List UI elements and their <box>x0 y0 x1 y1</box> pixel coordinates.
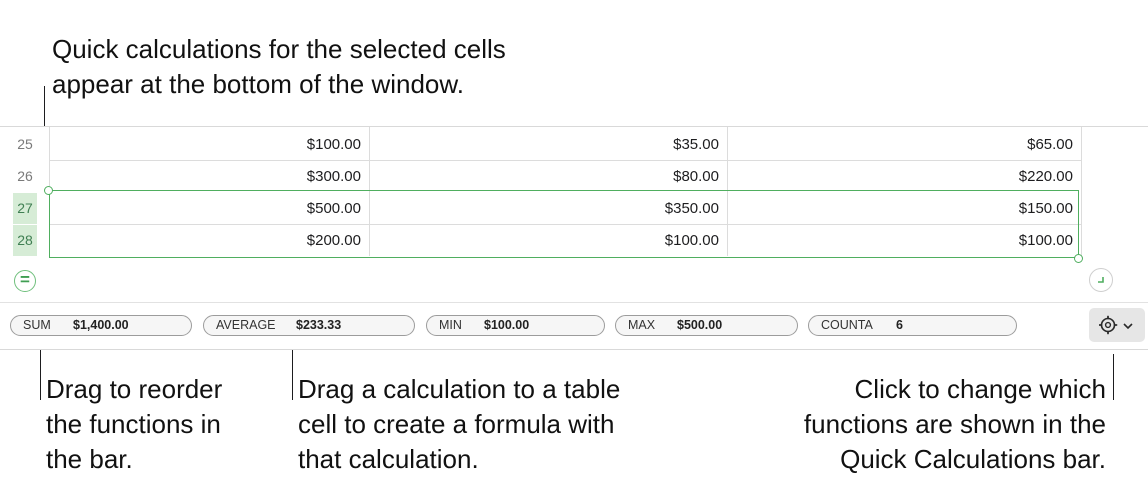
quick-calc-name: MAX <box>628 318 656 332</box>
quick-calc-average[interactable]: AVERAGE $233.33 <box>203 315 415 336</box>
callout-right-line: Click to change which <box>854 374 1106 404</box>
quick-calc-min[interactable]: MIN $100.00 <box>426 315 605 336</box>
spreadsheet-window: 25 26 27 28 $100.00 $35.00 $65.00 $300.0… <box>0 126 1148 350</box>
quick-calc-value: $233.33 <box>296 318 342 332</box>
quick-calc-name: MIN <box>439 318 462 332</box>
row-header[interactable]: 26 <box>13 161 37 192</box>
selection-handle-top-left[interactable] <box>44 186 53 195</box>
row-header-selected[interactable]: 28 <box>13 225 37 256</box>
cell-selection <box>49 190 1079 258</box>
callout-top: Quick calculations for the selected cell… <box>52 32 506 102</box>
callout-right: Click to change which functions are show… <box>804 372 1106 477</box>
quick-calc-name: SUM <box>23 318 51 332</box>
grid-line <box>1081 127 1082 256</box>
table-cell[interactable]: $35.00 <box>370 129 727 160</box>
table-cell[interactable]: $65.00 <box>728 129 1081 160</box>
quick-calc-max[interactable]: MAX $500.00 <box>615 315 798 336</box>
callout-right-leader <box>1113 354 1114 400</box>
quick-calc-name: AVERAGE <box>216 318 276 332</box>
chevron-down-icon <box>1123 323 1133 330</box>
quick-calc-value: $1,400.00 <box>73 318 129 332</box>
callout-left: Drag to reorder the functions in the bar… <box>46 372 222 477</box>
table-cell[interactable]: $300.00 <box>50 161 369 192</box>
quick-calc-value: $500.00 <box>677 318 723 332</box>
callout-top-line: appear at the bottom of the window. <box>52 69 464 99</box>
quick-calc-counta[interactable]: COUNTA 6 <box>808 315 1017 336</box>
gear-icon <box>1099 315 1118 335</box>
table-cell[interactable]: $80.00 <box>370 161 727 192</box>
callout-right-line: Quick Calculations bar. <box>840 444 1106 474</box>
quick-calc-value: 6 <box>896 318 903 332</box>
callout-right-line: functions are shown in the <box>803 409 1106 439</box>
corner-icon <box>1098 277 1104 283</box>
callout-middle-line: that calculation. <box>298 444 479 474</box>
table-cell[interactable]: $220.00 <box>728 161 1081 192</box>
table-cell[interactable]: $100.00 <box>50 129 369 160</box>
quick-calc-settings-button[interactable] <box>1089 308 1145 342</box>
row-header-selected[interactable]: 27 <box>13 193 37 224</box>
callout-left-line: Drag to reorder <box>46 374 223 404</box>
quick-calc-value: $100.00 <box>484 318 530 332</box>
callout-left-line: the bar. <box>46 444 133 474</box>
add-formula-button[interactable]: = <box>14 270 36 292</box>
callout-left-line: the functions in <box>46 409 221 439</box>
selection-handle-bottom-right[interactable] <box>1074 254 1083 263</box>
callout-middle: Drag a calculation to a table cell to cr… <box>298 372 620 477</box>
callout-top-line: Quick calculations for the selected cell… <box>52 34 506 64</box>
quick-calc-name: COUNTA <box>821 318 873 332</box>
callout-middle-line: Drag a calculation to a table <box>298 374 621 404</box>
table-resize-button[interactable] <box>1089 268 1113 292</box>
row-header[interactable]: 25 <box>13 129 37 160</box>
quick-calc-sum[interactable]: SUM $1,400.00 <box>10 315 192 336</box>
callout-middle-line: cell to create a formula with <box>298 409 615 439</box>
quick-calc-divider <box>0 302 1148 303</box>
